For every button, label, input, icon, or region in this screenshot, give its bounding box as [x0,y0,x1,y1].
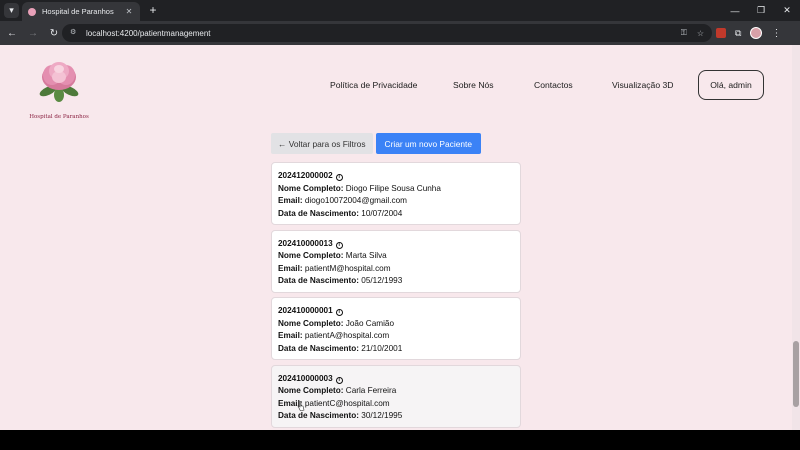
birth-label: Data de Nascimento: [278,343,359,353]
patient-name: Diogo Filipe Sousa Cunha [345,183,441,193]
patient-email: patientC@hospital.com [304,398,390,408]
info-icon[interactable]: i [335,241,343,249]
reload-icon[interactable]: ↻ [45,24,63,42]
url-text[interactable]: localhost:4200/patientmanagement [86,29,211,38]
patient-birth: 21/10/2001 [361,343,403,353]
minimize-icon[interactable]: — [722,0,748,21]
extensions-puzzle-icon[interactable]: ⧉ [735,28,741,39]
web-page: Hospital de Paranhos Política de Privaci… [0,45,792,430]
action-buttons: ← Voltar para os Filtros Criar um novo P… [271,133,482,154]
tab-search-button[interactable]: ▾ [4,3,19,18]
patient-id: 202410000001 [278,306,333,315]
address-bar[interactable]: ⚙ localhost:4200/patientmanagement ⚿ ☆ [62,24,712,42]
patient-name: Marta Silva [345,251,387,260]
patient-card[interactable]: 202412000002 i Nome Completo: Diogo Filip… [271,162,521,225]
browser-tab[interactable]: Hospital de Paranhos ✕ [22,2,140,21]
patient-id: 202410000013 [278,238,333,248]
patient-name: João Camião [345,318,395,328]
restore-icon[interactable]: ❐ [748,0,774,21]
name-label: Nome Completo: [278,183,344,193]
window-controls: — ❐ ✕ [722,0,800,21]
patient-id: 202412000002 [278,171,333,180]
nav-about[interactable]: Sobre Nós [453,70,494,100]
patient-list: 202412000002 i Nome Completo: Diogo Filip… [271,162,521,430]
email-label: Email: [278,331,303,340]
birth-label: Data de Nascimento: [278,276,359,285]
email-label: Email: [278,263,303,273]
nav-3d-view[interactable]: Visualização 3D [612,70,673,100]
patient-birth: 05/12/1993 [361,276,403,285]
new-tab-button[interactable]: + [146,3,160,17]
page-scrollbar[interactable] [792,45,800,430]
mouse-cursor-icon [297,401,305,411]
profile-avatar[interactable] [750,27,763,39]
nav-privacy-policy[interactable]: Política de Privacidade [330,70,417,100]
browser-window: ▾ Hospital de Paranhos ✕ + — ❐ ✕ ← → ↻ ⚙… [0,0,800,430]
browser-toolbar: ← → ↻ ⚙ localhost:4200/patientmanagement… [0,21,800,45]
email-label: Email: [278,196,303,205]
info-icon[interactable]: i [335,309,343,316]
patient-name: Carla Ferreira [345,386,397,395]
logo-text: Hospital de Paranhos [29,114,89,120]
password-key-icon[interactable]: ⚿ [681,28,687,38]
favicon-icon [28,7,36,16]
tab-title: Hospital de Paranhos [42,7,114,16]
close-window-icon[interactable]: ✕ [774,0,800,21]
birth-label: Data de Nascimento: [278,411,359,420]
name-label: Nome Completo: [278,386,344,395]
info-icon[interactable]: i [335,174,343,181]
patient-email: diogo10072004@gmail.com [304,196,407,205]
main-nav: Política de Privacidade Sobre Nós Contac… [0,70,792,100]
name-label: Nome Completo: [278,251,344,260]
create-patient-button[interactable]: Criar um novo Paciente [375,133,482,154]
nav-contacts[interactable]: Contactos [534,70,573,100]
patient-email: patientA@hospital.com [304,331,390,340]
back-arrow-icon[interactable]: ← [3,24,21,42]
forward-arrow-icon[interactable]: → [24,24,42,42]
patient-id: 202410000003 [278,373,333,383]
patient-card[interactable]: 202410000003 i Nome Completo: Carla Ferre… [271,364,521,428]
extension-icon[interactable] [716,28,726,38]
menu-dots-icon[interactable]: ⋮ [771,28,781,39]
back-to-filters-button[interactable]: ← Voltar para os Filtros [271,133,373,154]
patient-birth: 10/07/2004 [361,208,403,218]
scrollbar-thumb[interactable] [793,341,799,407]
user-menu-button[interactable]: Olá, admin [698,70,764,100]
bookmark-star-icon[interactable]: ☆ [697,29,704,38]
name-label: Nome Completo: [278,318,344,328]
patient-card[interactable]: 202410000001 i Nome Completo: João Camião… [271,297,521,360]
close-tab-icon[interactable]: ✕ [124,7,134,16]
patient-email: patientM@hospital.com [304,263,391,273]
patient-birth: 30/12/1995 [361,411,403,420]
tab-strip: ▾ Hospital de Paranhos ✕ + — ❐ ✕ [0,0,800,21]
birth-label: Data de Nascimento: [278,208,359,218]
info-icon[interactable]: i [335,376,343,384]
patient-card[interactable]: 202410000013 i Nome Completo: Marta Silva… [271,229,521,293]
site-info-icon[interactable]: ⚙ [70,29,78,37]
